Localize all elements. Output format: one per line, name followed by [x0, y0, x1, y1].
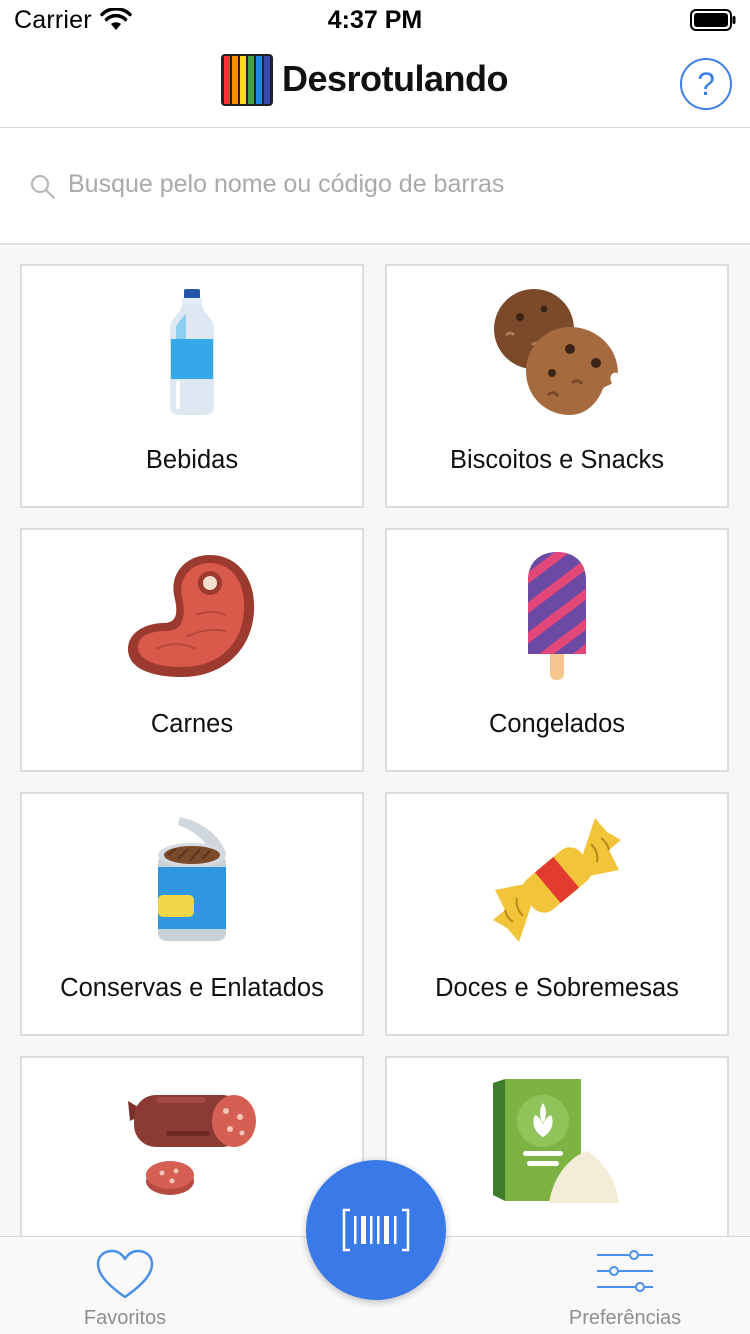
tab-label: Favoritos	[83, 1307, 167, 1329]
category-label: Bebidas	[145, 446, 239, 474]
category-label: Conservas e Enlatados	[60, 974, 324, 1002]
category-label: Doces e Sobremesas	[435, 974, 679, 1002]
tab-label: Preferências	[568, 1307, 682, 1329]
category-tile-biscoitos-snacks[interactable]: Biscoitos e Snacks	[385, 264, 729, 508]
search-icon	[31, 175, 55, 199]
nav-header: Desrotulando ?	[0, 40, 750, 128]
category-tile-doces-sobremesas[interactable]: Doces e Sobremesas	[385, 792, 729, 1036]
category-tile-congelados[interactable]: Congelados	[385, 528, 729, 772]
category-label: Biscoitos e Snacks	[449, 446, 664, 474]
search-input[interactable]	[68, 159, 728, 209]
clock: 4:37 PM	[327, 6, 423, 34]
tab-preferencias[interactable]: Preferências	[500, 1237, 750, 1334]
heart-icon	[96, 1249, 154, 1299]
cookies-icon	[494, 289, 618, 415]
search-bar	[0, 129, 750, 245]
water-bottle-icon	[170, 289, 214, 415]
help-button[interactable]: ?	[680, 58, 732, 110]
app-title: Desrotulando	[282, 58, 509, 99]
status-bar: Carrier 4:37 PM	[0, 0, 750, 40]
battery-icon	[690, 9, 736, 31]
sliders-icon	[597, 1250, 653, 1292]
app-logo	[221, 54, 273, 106]
category-label: Carnes	[150, 710, 234, 738]
popsicle-icon	[528, 552, 586, 680]
canned-food-icon	[158, 817, 226, 941]
steak-icon	[128, 555, 255, 677]
salami-icon	[128, 1095, 256, 1195]
category-tile-conservas-enlatados[interactable]: Conservas e Enlatados	[20, 792, 364, 1036]
category-tile-carnes[interactable]: Carnes	[20, 528, 364, 772]
category-grid: Bebidas Biscoitos e Snacks Carnes Congel…	[0, 246, 750, 1236]
scan-barcode-button[interactable]	[306, 1160, 446, 1300]
tab-favoritos[interactable]: Favoritos	[0, 1237, 250, 1334]
candy-icon	[493, 818, 621, 942]
category-tile-bebidas[interactable]: Bebidas	[20, 264, 364, 508]
barcode-icon	[342, 1208, 410, 1252]
grain-bag-icon	[493, 1079, 619, 1203]
category-label: Congelados	[488, 710, 626, 738]
